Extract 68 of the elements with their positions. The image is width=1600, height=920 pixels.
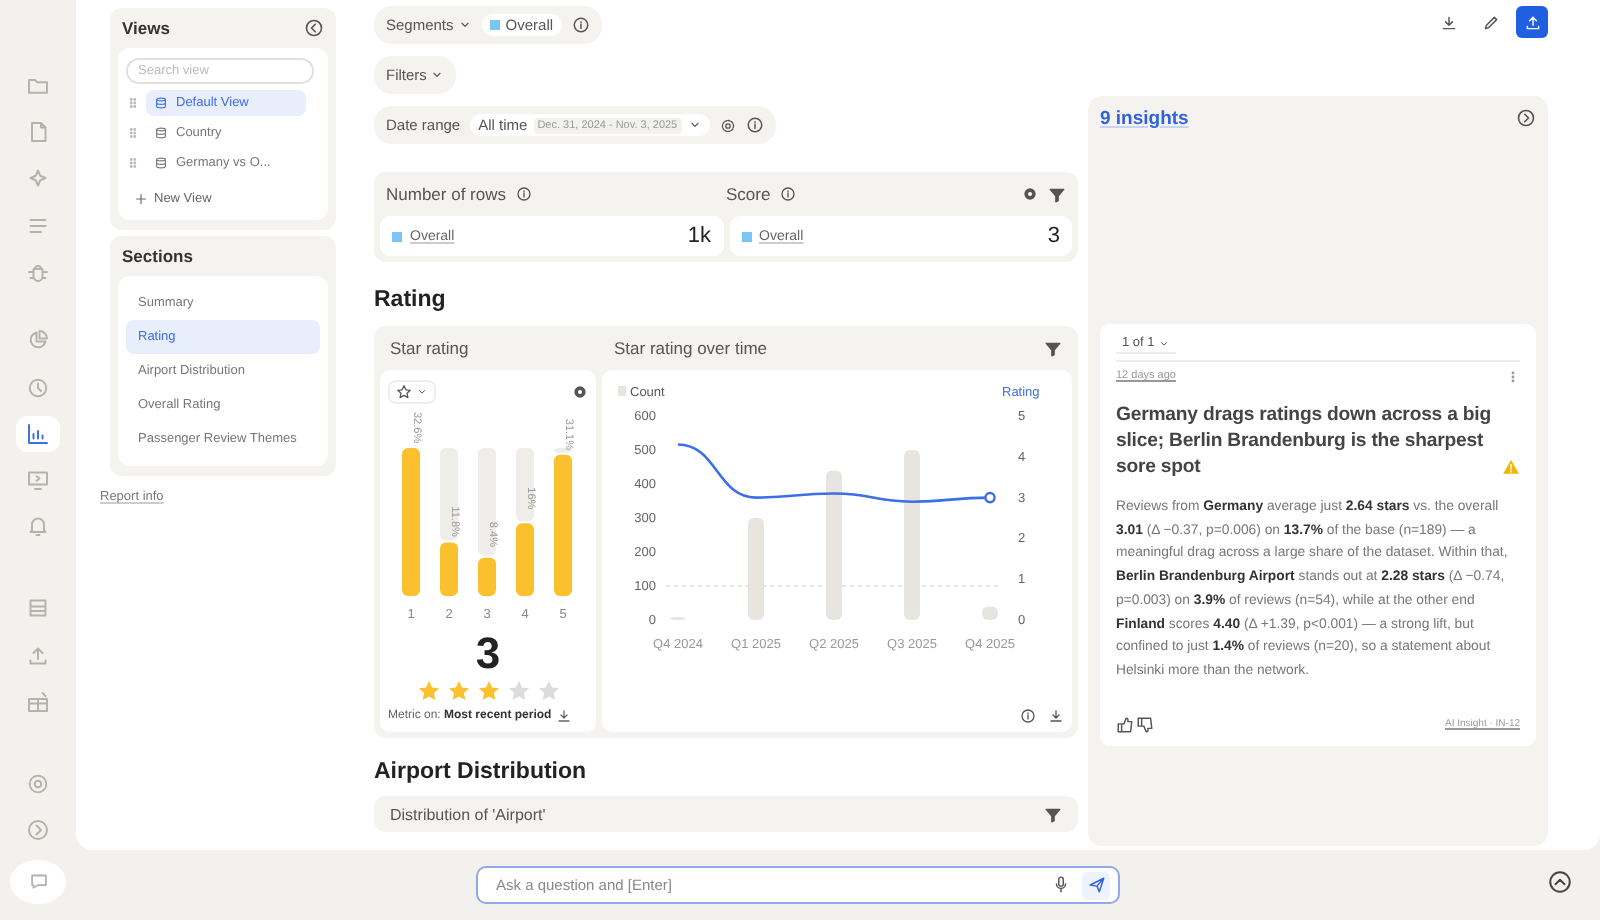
star-icon xyxy=(396,384,412,400)
caret-icon xyxy=(1158,337,1171,349)
settings-icon[interactable] xyxy=(572,384,588,400)
send-icon xyxy=(1087,876,1105,894)
plus-icon xyxy=(134,192,148,206)
download-icon xyxy=(1439,13,1457,31)
star-icon xyxy=(535,678,561,704)
view-icon xyxy=(154,96,168,110)
score-value: 3 xyxy=(473,632,503,676)
chart-background xyxy=(440,448,572,556)
bar xyxy=(982,606,998,620)
expand-icon[interactable] xyxy=(1516,108,1536,128)
filter-icon[interactable] xyxy=(1044,805,1062,823)
bar xyxy=(478,557,496,596)
send-button[interactable] xyxy=(1082,871,1110,899)
star-icon xyxy=(445,678,471,704)
expand-up-icon[interactable] xyxy=(1548,870,1572,894)
caret-icon xyxy=(416,386,428,398)
panel-title: Distribution of 'Airport' xyxy=(390,805,546,823)
metric-value: 1k xyxy=(687,224,711,248)
panel-title: Star rating over time xyxy=(614,338,770,358)
filter-icon[interactable] xyxy=(1048,185,1066,203)
settings-icon[interactable] xyxy=(1022,186,1038,202)
section-heading: Airport Distribution xyxy=(374,760,589,784)
rating-type-dropdown[interactable] xyxy=(388,380,436,404)
insight-headline: Germany drags ratings down across a big slice; Berlin Brandenburg is the sharpest sore spot xyxy=(1116,402,1493,480)
view-icon xyxy=(154,156,168,170)
metric-title: Score xyxy=(726,184,771,204)
info-icon[interactable] xyxy=(516,186,532,202)
star-icon xyxy=(505,678,531,704)
drag-handle-icon[interactable] xyxy=(126,126,140,140)
info-icon[interactable] xyxy=(745,116,764,134)
settings-icon[interactable] xyxy=(719,117,736,133)
caret-icon xyxy=(687,118,702,132)
collapse-icon[interactable] xyxy=(304,18,324,38)
view-icon xyxy=(154,126,168,140)
metric-value: 3 xyxy=(1047,224,1060,248)
download-icon[interactable] xyxy=(555,708,572,724)
thumbs-down-icon[interactable] xyxy=(1136,715,1154,734)
info-icon[interactable] xyxy=(1020,708,1036,724)
drag-handle-icon[interactable] xyxy=(126,96,140,110)
bar-chart-icon[interactable] xyxy=(26,421,50,446)
thumbs-up-icon[interactable] xyxy=(1116,715,1134,734)
metric-title: Number of rows xyxy=(386,184,506,204)
drag-handle-icon[interactable] xyxy=(126,156,140,170)
share-button[interactable] xyxy=(1516,6,1548,38)
panel-title: Views xyxy=(122,18,170,38)
panel-title: Star rating xyxy=(390,338,471,358)
microphone-icon[interactable] xyxy=(1052,876,1070,894)
caret-icon xyxy=(457,18,472,32)
filter-icon[interactable] xyxy=(1044,339,1062,357)
panel-title: Sections xyxy=(122,246,193,266)
warning-icon xyxy=(1502,458,1520,476)
bar xyxy=(554,454,572,596)
info-icon[interactable] xyxy=(780,186,797,202)
data-point xyxy=(984,491,996,504)
star-icon xyxy=(475,678,501,704)
insights-title[interactable]: 9 insights xyxy=(1100,107,1189,129)
upload-icon xyxy=(1523,13,1541,31)
caret-icon xyxy=(430,68,445,82)
pencil-icon xyxy=(1481,13,1499,31)
download-icon[interactable] xyxy=(1048,708,1064,724)
info-icon[interactable] xyxy=(571,16,590,34)
bar xyxy=(516,523,534,596)
bar xyxy=(440,542,458,596)
section-heading: Rating xyxy=(374,288,448,312)
star-icon xyxy=(415,678,441,704)
more-icon[interactable] xyxy=(1506,370,1520,384)
